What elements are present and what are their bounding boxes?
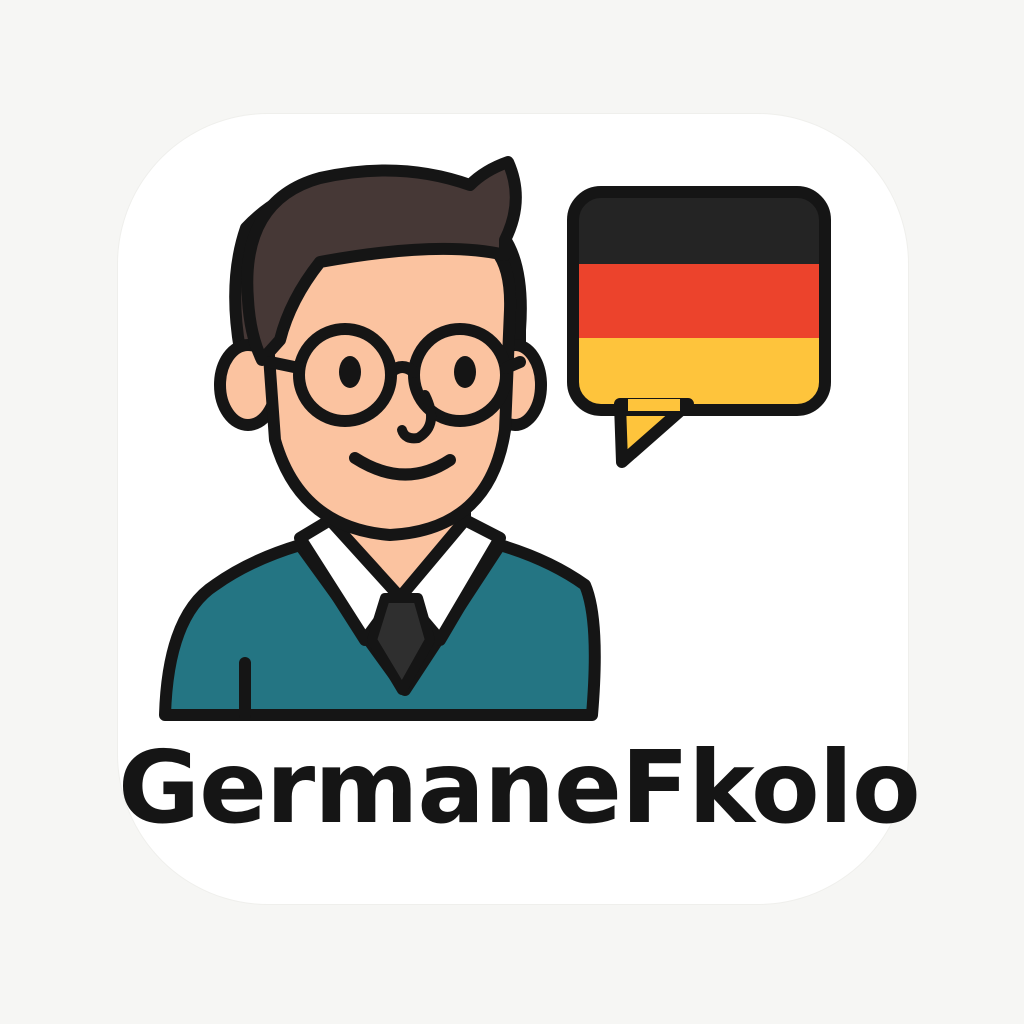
eye-left <box>339 356 361 388</box>
eye-right <box>454 356 476 388</box>
glasses-bridge <box>385 361 420 378</box>
teacher-avatar-icon <box>159 156 601 721</box>
speech-bubble-icon <box>567 186 831 468</box>
glasses-arm-left <box>264 356 305 374</box>
app-icon-artwork <box>159 156 831 721</box>
flag-stripe-gold <box>573 338 825 410</box>
flag-stripe-red <box>573 264 825 340</box>
app-name-label: GermaneFkolo <box>118 729 921 846</box>
flag-stripe-black <box>573 192 825 266</box>
glasses-arm-right <box>500 356 526 374</box>
german-flag-icon <box>573 192 825 410</box>
